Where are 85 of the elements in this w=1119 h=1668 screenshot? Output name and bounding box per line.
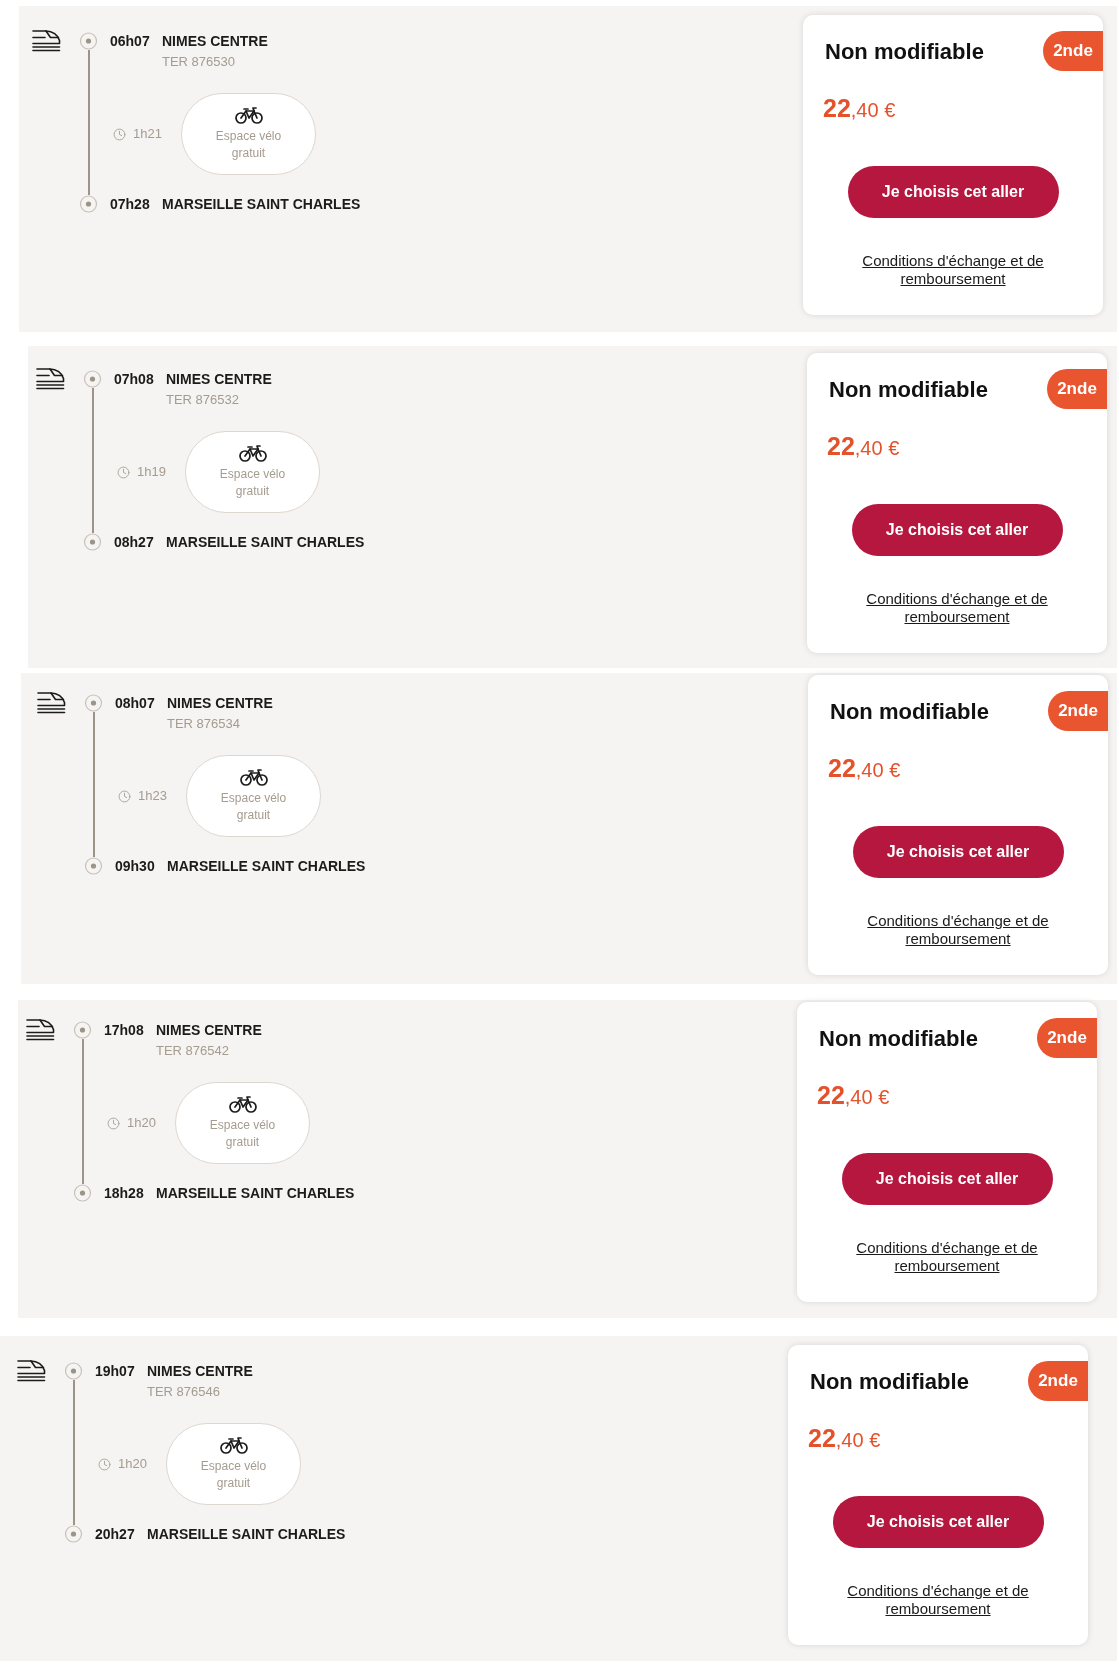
choose-trip-button[interactable]: Je choisis cet aller: [832, 1496, 1044, 1548]
class-badge: 2nde: [1028, 1361, 1088, 1401]
service-label: Espace vélo gratuit: [219, 789, 288, 824]
class-badge: 2nde: [1043, 31, 1103, 71]
arrival-time: 08h27: [114, 532, 155, 552]
arrival-station: MARSEILLE SAINT CHARLES: [156, 1183, 355, 1203]
service-label: Espace vélo gratuit: [218, 465, 287, 500]
departure-time: 17h08: [104, 1020, 145, 1040]
stop-marker-icon: [84, 694, 103, 712]
conditions-link[interactable]: Conditions d'échange et de remboursement: [839, 1239, 1055, 1275]
departure-time: 19h07: [95, 1361, 136, 1381]
bicycle-icon: [234, 106, 263, 124]
train-icon: [36, 367, 65, 390]
arrival-station: MARSEILLE SAINT CHARLES: [167, 856, 366, 876]
clock-icon: [117, 465, 130, 479]
bicycle-icon: [239, 768, 268, 786]
train-icon: [17, 1359, 46, 1382]
fare-title: Non modifiable: [825, 37, 984, 66]
duration: 1h21: [133, 125, 162, 144]
fare-price: 22,40 €: [808, 1424, 881, 1454]
clock-icon: [107, 1116, 120, 1130]
arrival-station: MARSEILLE SAINT CHARLES: [166, 532, 365, 552]
train-icon: [26, 1018, 55, 1041]
clock-icon: [118, 789, 131, 803]
service-label: Espace vélo gratuit: [214, 127, 283, 162]
service-label: Espace vélo gratuit: [199, 1457, 268, 1492]
fare-title: Non modifiable: [830, 697, 989, 726]
conditions-link[interactable]: Conditions d'échange et de remboursement: [849, 590, 1065, 626]
choose-trip-button[interactable]: Je choisis cet aller: [847, 166, 1059, 218]
fare-price: 22,40 €: [828, 754, 901, 784]
arrival-station: MARSEILLE SAINT CHARLES: [147, 1524, 346, 1544]
departure-station: NIMES CENTRE: [156, 1020, 262, 1040]
departure-station: NIMES CENTRE: [167, 693, 273, 713]
stop-marker-icon: [79, 195, 98, 213]
bicycle-icon: [219, 1436, 248, 1454]
fare-title: Non modifiable: [810, 1367, 969, 1396]
duration: 1h23: [138, 787, 167, 806]
stop-marker-icon: [83, 533, 102, 551]
arrival-time: 18h28: [104, 1183, 145, 1203]
choose-trip-button[interactable]: Je choisis cet aller: [852, 826, 1064, 878]
stop-marker-icon: [79, 32, 98, 50]
duration: 1h20: [127, 1114, 156, 1133]
choose-trip-button[interactable]: Je choisis cet aller: [851, 504, 1063, 556]
fare-price: 22,40 €: [823, 94, 896, 124]
fare-price: 22,40 €: [827, 432, 900, 462]
arrival-time: 07h28: [110, 194, 151, 214]
duration: 1h19: [137, 463, 166, 482]
stop-marker-icon: [84, 857, 103, 875]
class-badge: 2nde: [1037, 1018, 1097, 1058]
conditions-link[interactable]: Conditions d'échange et de remboursement: [830, 1582, 1046, 1618]
arrival-station: MARSEILLE SAINT CHARLES: [162, 194, 361, 214]
train-number: TER 876534: [167, 715, 240, 734]
train-number: TER 876546: [147, 1383, 220, 1402]
service-label: Espace vélo gratuit: [208, 1116, 277, 1151]
train-number: TER 876542: [156, 1042, 229, 1061]
train-icon: [32, 29, 61, 52]
departure-time: 06h07: [110, 31, 151, 51]
departure-station: NIMES CENTRE: [166, 369, 272, 389]
departure-station: NIMES CENTRE: [147, 1361, 253, 1381]
departure-time: 07h08: [114, 369, 155, 389]
conditions-link[interactable]: Conditions d'échange et de remboursement: [845, 252, 1061, 288]
stop-marker-icon: [64, 1362, 83, 1380]
bicycle-icon: [228, 1095, 257, 1113]
train-icon: [37, 691, 66, 714]
stop-marker-icon: [73, 1184, 92, 1202]
departure-station: NIMES CENTRE: [162, 31, 268, 51]
departure-time: 08h07: [115, 693, 156, 713]
fare-title: Non modifiable: [829, 375, 988, 404]
class-badge: 2nde: [1048, 691, 1108, 731]
stop-marker-icon: [83, 370, 102, 388]
stop-marker-icon: [64, 1525, 83, 1543]
fare-price: 22,40 €: [817, 1081, 890, 1111]
conditions-link[interactable]: Conditions d'échange et de remboursement: [850, 912, 1066, 948]
train-number: TER 876532: [166, 391, 239, 410]
arrival-time: 09h30: [115, 856, 156, 876]
arrival-time: 20h27: [95, 1524, 136, 1544]
stop-marker-icon: [73, 1021, 92, 1039]
train-number: TER 876530: [162, 53, 235, 72]
duration: 1h20: [118, 1455, 147, 1474]
clock-icon: [113, 127, 126, 141]
choose-trip-button[interactable]: Je choisis cet aller: [841, 1153, 1053, 1205]
class-badge: 2nde: [1047, 369, 1107, 409]
clock-icon: [98, 1457, 111, 1471]
bicycle-icon: [238, 444, 267, 462]
fare-title: Non modifiable: [819, 1024, 978, 1053]
